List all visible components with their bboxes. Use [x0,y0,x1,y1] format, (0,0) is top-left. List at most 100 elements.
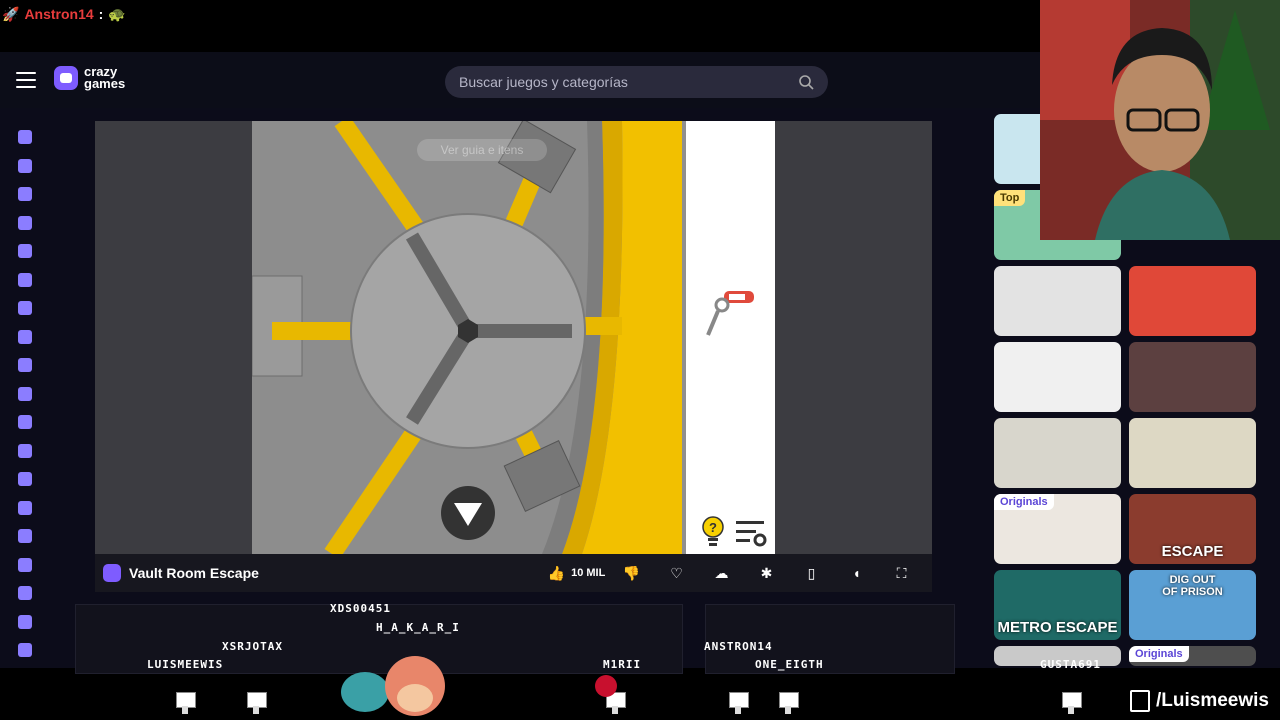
game-thumb-11[interactable]: METRO ESCAPE [994,570,1121,640]
like-count: 10 MIL [571,567,606,579]
game-actions: 👍 10 MIL 👎 ♡ ☁ ✱ ▯ ◖ ⛶ [544,560,924,586]
sidebar [0,118,50,668]
like-button[interactable]: 👍 10 MIL [544,560,609,586]
viewer-avatar [247,692,267,714]
metro-escape-label: METRO ESCAPE [997,619,1118,636]
streamer-webcam [1040,0,1280,240]
search-bar [445,66,828,98]
game-stage: Ver guia e itens ? [95,121,932,554]
guide-hint-text: Ver guia e itens [417,139,547,161]
compass-icon[interactable] [18,358,32,372]
game-thumb-7[interactable] [994,418,1121,488]
search-icon[interactable] [798,74,814,90]
mobile-button[interactable]: ▯ [789,560,834,586]
prison-label-line2: OF PRISON [1162,586,1223,598]
game-thumb-8[interactable] [1129,418,1256,488]
viewer-avatar [1062,692,1082,714]
viewer-name: ANSTRON14 [704,640,773,653]
favorite-button[interactable]: ♡ [654,560,699,586]
key-item-icon[interactable] [702,289,762,339]
twitch-handle: /Luismeewis [1130,690,1269,712]
viewer-avatar [176,692,196,714]
originals-tag: Originals [994,494,1054,510]
key-icon[interactable] [18,415,32,429]
figure-icon[interactable] [18,472,32,486]
gamepad-icon[interactable] [18,272,32,287]
vault-door [252,121,682,554]
game-canvas[interactable]: Ver guia e itens [252,121,686,554]
puzzle-icon[interactable] [18,443,32,458]
turtle-emote-icon: 🐢 [108,5,126,22]
viewer-avatar [779,692,799,714]
thumbs-up-icon: 👍 [547,564,566,581]
viewer-name: GUSTA691 [1040,658,1101,671]
speaker-icon: ◖ [852,565,861,581]
fullscreen-button[interactable]: ⛶ [879,560,924,586]
originals-tag-2: Originals [1129,646,1189,662]
bug-icon: ✱ [760,564,773,581]
crazygames-badge-icon [103,564,121,582]
top-tag: Top [994,190,1026,206]
overlay-panel-right [705,604,955,674]
basketball-icon[interactable] [18,386,32,401]
game-thumb-9[interactable]: Originals [994,494,1121,564]
cloud-icon: ☁ [714,564,729,581]
logo-icon [54,66,78,90]
users-icon[interactable] [18,301,32,315]
heart-icon: ♡ [670,564,683,581]
home-icon[interactable] [18,130,32,144]
bolt-icon[interactable] [18,329,32,344]
clock-icon[interactable] [18,158,32,173]
chat-message: 🚀 Anstron14 : 🐢 [2,4,126,24]
balloon-sprite [595,675,617,697]
logo-text-line2: games [84,76,126,91]
viewer-name: XSRJOTAX [222,640,283,653]
game-thumb-10[interactable]: ESCAPE [1129,494,1256,564]
fullscreen-icon: ⛶ [896,564,907,581]
game-thumb-12[interactable]: DIG OUT OF PRISON [1129,570,1256,640]
fire-icon[interactable] [18,215,32,230]
rocket-icon[interactable] [18,500,32,515]
game-thumb-3[interactable] [1129,266,1256,336]
twitch-username: /Luismeewis [1156,690,1269,711]
tag-icon[interactable] [18,643,32,657]
logo[interactable]: crazy games [54,65,144,91]
viewer-avatar [729,692,749,714]
refresh-icon[interactable] [18,244,32,258]
game-title: Vault Room Escape [129,565,259,581]
game-info-bar: Vault Room Escape 👍 10 MIL 👎 ♡ ☁ ✱ ▯ ◖ ⛶ [95,554,932,592]
chess-icon[interactable] [18,614,32,629]
menu-icon[interactable] [16,72,36,88]
inventory-panel: ? [686,121,775,554]
pokemon-sprites [341,656,445,716]
report-button[interactable]: ✱ [744,560,789,586]
thumbs-down-icon: 👎 [622,564,641,581]
game-thumb-5[interactable] [994,342,1121,412]
svg-text:?: ? [709,520,717,535]
sparkle-icon[interactable] [18,187,32,201]
escape-label: ESCAPE [1161,543,1224,560]
twitch-icon [1130,690,1150,712]
search-input[interactable] [459,74,779,90]
settings-menu-icon[interactable] [736,519,768,547]
viewer-name: H_A_K_A_R_I [376,621,460,634]
rocket-icon: 🚀 [2,5,20,22]
webcam-image [1040,0,1280,240]
phone-icon: ▯ [807,564,816,581]
sound-button[interactable]: ◖ [834,560,879,586]
prison-label-line1: DIG OUT [1169,574,1216,586]
viewer-name: ONE_EIGTH [755,658,824,671]
car-icon[interactable] [18,529,32,543]
cloud-save-button[interactable]: ☁ [699,560,744,586]
game-thumb-4[interactable] [994,266,1121,336]
chat-separator: : [98,6,104,22]
steering-icon[interactable] [18,557,32,572]
controller-icon[interactable] [18,586,32,600]
hint-bulb-icon[interactable]: ? [701,515,725,549]
dislike-button[interactable]: 👎 [609,560,654,586]
chat-username: Anstron14 [24,6,94,22]
game-thumb-14[interactable]: Originals [1129,646,1256,666]
viewer-name: XDS00451 [330,602,391,615]
viewer-name: LUISMEEWIS [147,658,224,671]
game-thumb-6[interactable] [1129,342,1256,412]
